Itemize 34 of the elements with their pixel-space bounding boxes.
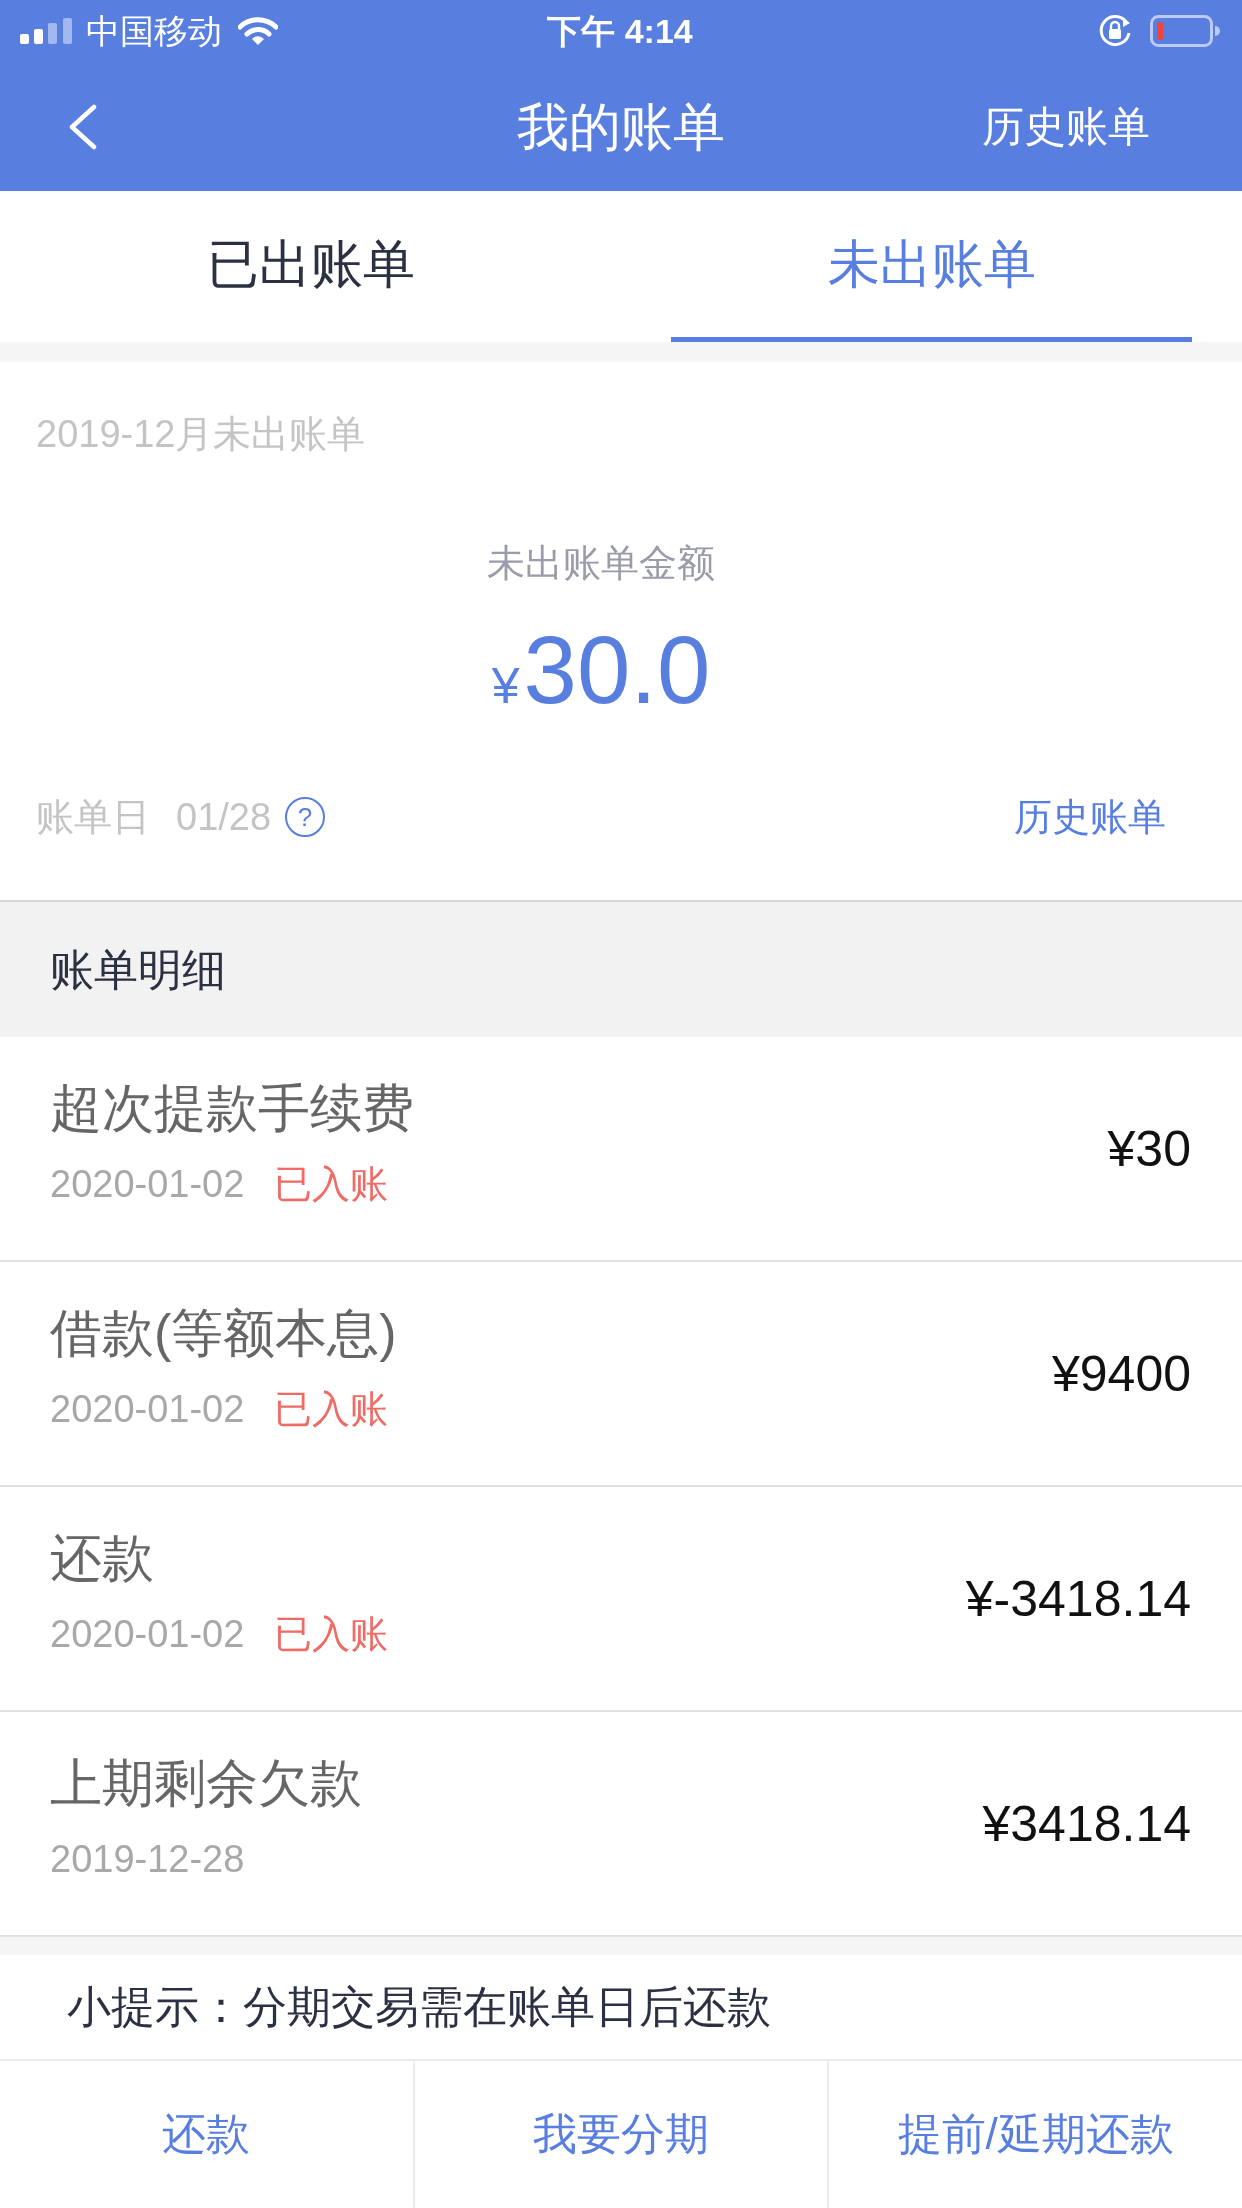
item-date: 2020-01-02 [50, 1612, 245, 1657]
battery-icon [1150, 15, 1220, 47]
bill-tab[interactable]: 已出账单 [0, 191, 621, 342]
item-status: 已入账 [274, 1387, 389, 1432]
item-date: 2020-01-02 [50, 1387, 245, 1432]
item-status: 已入账 [274, 1612, 389, 1657]
item-amount: ¥9400 [1051, 1344, 1191, 1404]
section-title: 账单明细 [50, 943, 226, 996]
bill-day-value: 01/28 [176, 795, 272, 840]
status-time: 下午 4:14 [547, 11, 693, 51]
page-title: 我的账单 [517, 96, 725, 158]
wifi-icon [238, 16, 278, 46]
history-bill-link[interactable]: 历史账单 [982, 98, 1150, 155]
history-bill-link[interactable]: 历史账单 [1014, 792, 1166, 842]
item-date: 2019-12-28 [50, 1837, 245, 1882]
item-amount: ¥3418.14 [982, 1794, 1191, 1854]
item-status: 已入账 [274, 1162, 389, 1207]
bill-day-label: 账单日 [36, 795, 150, 840]
unbilled-amount: ¥30.0 [491, 615, 711, 725]
item-name: 上期剩余欠款 [50, 1753, 362, 1813]
item-name: 还款 [50, 1528, 154, 1588]
item-name: 借款(等额本息) [50, 1303, 397, 1363]
signal-icon [20, 18, 72, 44]
bill-tab[interactable]: 未出账单 [621, 191, 1242, 342]
bill-period: 2019-12月未出账单 [36, 412, 366, 457]
tip-text: 小提示：分期交易需在账单日后还款 [67, 1981, 771, 2033]
rotation-lock-icon [1098, 14, 1132, 48]
amount-label: 未出账单金额 [487, 541, 715, 586]
item-name: 超次提款手续费 [50, 1078, 414, 1138]
item-amount: ¥-3418.14 [965, 1569, 1191, 1629]
item-amount: ¥30 [1107, 1119, 1191, 1179]
carrier-name: 中国移动 [86, 11, 222, 51]
help-icon[interactable]: ? [285, 797, 326, 837]
item-date: 2020-01-02 [50, 1162, 245, 1207]
